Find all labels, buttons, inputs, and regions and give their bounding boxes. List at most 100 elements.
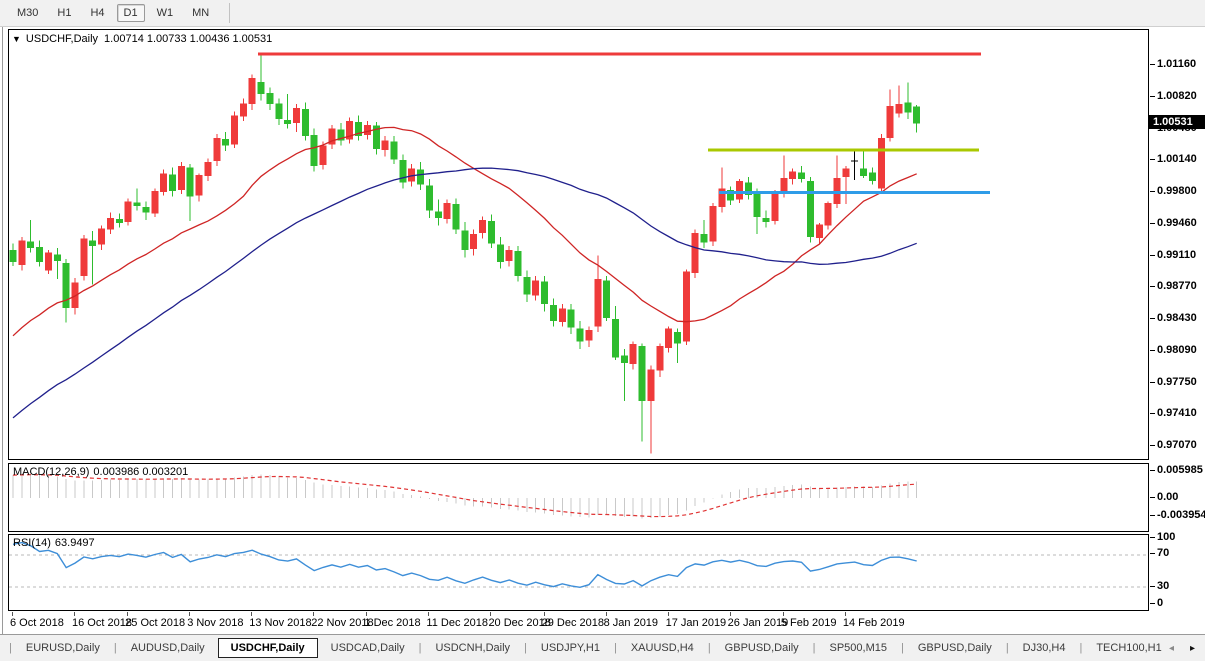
slow-ma-line — [13, 168, 917, 418]
rsi-line — [13, 543, 917, 588]
date-axis-tick — [606, 612, 607, 616]
tab-separator: | — [524, 642, 527, 654]
price-axis-label: 0.98770 — [1157, 280, 1197, 292]
date-axis-tick — [313, 612, 314, 616]
rsi-label: RSI(14)63.9497 — [13, 537, 95, 549]
macd-indicator-pane[interactable]: MACD(12,26,9)0.003986 0.003201 — [8, 463, 1149, 532]
date-axis-tick — [251, 612, 252, 616]
chart-ohlc-values: 1.00714 1.00733 1.00436 1.00531 — [104, 33, 272, 45]
date-axis-label: 29 Dec 2018 — [542, 617, 604, 629]
tab-usdjpy-h1[interactable]: USDJPY,H1 — [528, 639, 613, 657]
date-axis-tick — [428, 612, 429, 616]
timeframe-button-mn[interactable]: MN — [185, 4, 216, 22]
tab-separator: | — [813, 642, 816, 654]
tab-xauusd-h4[interactable]: XAUUSD,H4 — [618, 639, 707, 657]
date-axis-label: 1 Dec 2018 — [364, 617, 420, 629]
tab-sp500-m15[interactable]: SP500,M15 — [817, 639, 900, 657]
price-axis-label: 0.97410 — [1157, 407, 1197, 419]
date-axis-tick — [12, 612, 13, 616]
tab-scroll-left-icon[interactable]: ◂ — [1169, 643, 1174, 654]
date-axis-label: 26 Jan 2019 — [728, 617, 789, 629]
macd-values: 0.003986 0.003201 — [93, 466, 188, 478]
tab-dj30-h4[interactable]: DJ30,H4 — [1010, 639, 1079, 657]
tab-separator: | — [9, 642, 12, 654]
price-axis-label: 0.99800 — [1157, 185, 1197, 197]
tab-separator: | — [1079, 642, 1082, 654]
macd-axis-label: -0.003954 — [1157, 509, 1205, 521]
date-axis[interactable]: 6 Oct 2018 16 Oct 201825 Oct 20183 Nov 20… — [8, 611, 1205, 634]
chart-title: ▼ USDCHF,Daily 1.00714 1.00733 1.00436 1.0… — [12, 33, 272, 45]
tab-scroll-buttons: ◂▸ — [1169, 635, 1195, 661]
tab-separator: | — [614, 642, 617, 654]
price-axis-label: 0.98090 — [1157, 344, 1197, 356]
date-axis-tick — [127, 612, 128, 616]
trading-platform-window: M30 H1 H4 D1 W1MN ▼ USDCHF,Daily 1.00714 1.007… — [0, 0, 1205, 661]
price-axis-label: 0.97070 — [1157, 439, 1197, 451]
candlestick-plot — [9, 30, 1148, 459]
date-axis-label: 13 Nov 2018 — [249, 617, 311, 629]
date-axis-label: 3 Nov 2018 — [187, 617, 243, 629]
toolbar-separator — [229, 3, 230, 23]
tab-separator: | — [708, 642, 711, 654]
tab-tech100-h1[interactable]: TECH100,H1 — [1083, 639, 1174, 657]
date-axis-tick — [668, 612, 669, 616]
tab-separator: | — [1006, 642, 1009, 654]
macd-signal-line — [13, 475, 917, 517]
date-axis-tick — [783, 612, 784, 616]
rsi-axis-label: 100 — [1157, 531, 1175, 543]
rsi-axis-label: 70 — [1157, 547, 1169, 559]
macd-label: MACD(12,26,9)0.003986 0.003201 — [13, 466, 188, 478]
timeframe-button-m30[interactable]: M30 — [10, 4, 45, 22]
timeframe-button-d1[interactable]: D1 — [117, 4, 145, 22]
date-axis-tick — [730, 612, 731, 616]
tab-audusd-daily[interactable]: AUDUSD,Daily — [118, 639, 218, 657]
macd-axis-label: 0.005985 — [1157, 464, 1203, 476]
date-axis-label: 11 Dec 2018 — [426, 617, 488, 629]
window-frame-edge — [2, 27, 3, 634]
tab-usdcnh-daily[interactable]: USDCNH,Daily — [422, 639, 523, 657]
tab-gbpusd-daily[interactable]: GBPUSD,Daily — [712, 639, 812, 657]
price-axis-label: 1.01160 — [1157, 58, 1196, 70]
price-axis-label: 0.97750 — [1157, 376, 1197, 388]
date-axis-tick — [490, 612, 491, 616]
date-axis-label: 6 Oct 2018 — [10, 617, 64, 629]
date-axis-tick — [366, 612, 367, 616]
rsi-plot — [9, 535, 1148, 610]
date-axis-tick — [74, 612, 75, 616]
rsi-axis-label: 30 — [1157, 580, 1169, 592]
tab-eurusd-daily[interactable]: EURUSD,Daily — [13, 639, 113, 657]
chart-dropdown-icon[interactable]: ▼ — [12, 34, 21, 44]
rsi-value: 63.9497 — [55, 537, 95, 549]
date-axis-tick — [544, 612, 545, 616]
tab-separator: | — [901, 642, 904, 654]
tab-separator: | — [419, 642, 422, 654]
tab-usdcad-daily[interactable]: USDCAD,Daily — [318, 639, 418, 657]
tab-gbpusd-daily[interactable]: GBPUSD,Daily — [905, 639, 1005, 657]
date-axis-tick — [189, 612, 190, 616]
date-axis-label: 17 Jan 2019 — [666, 617, 727, 629]
price-axis-label: 1.00820 — [1157, 90, 1197, 102]
tab-usdchf-daily[interactable]: USDCHF,Daily — [218, 638, 318, 658]
price-axis-label: 0.99110 — [1157, 249, 1196, 261]
current-price-badge: 1.00531 — [1148, 115, 1205, 129]
chart-symbol-label: USDCHF,Daily — [26, 33, 98, 45]
date-axis-label: 25 Oct 2018 — [125, 617, 185, 629]
date-axis-label: 16 Oct 2018 — [72, 617, 132, 629]
date-axis-label: 5 Feb 2019 — [781, 617, 837, 629]
price-axis-label: 0.98430 — [1157, 312, 1197, 324]
timeframe-button-h4[interactable]: H4 — [83, 4, 111, 22]
tab-scroll-right-icon[interactable]: ▸ — [1190, 643, 1195, 654]
macd-axis-label: 0.00 — [1157, 491, 1178, 503]
price-axis-label: 0.99460 — [1157, 217, 1197, 229]
tab-separator: | — [114, 642, 117, 654]
timeframe-toolbar: M30 H1 H4 D1 W1MN — [0, 0, 1205, 27]
date-axis-label: 14 Feb 2019 — [843, 617, 905, 629]
timeframe-button-h1[interactable]: H1 — [50, 4, 78, 22]
rsi-axis-label: 0 — [1157, 597, 1163, 609]
date-axis-label: 8 Jan 2019 — [604, 617, 658, 629]
timeframe-button-w1[interactable]: W1 — [150, 4, 181, 22]
price-axis-label: 1.00140 — [1157, 153, 1197, 165]
price-chart-pane[interactable] — [8, 29, 1149, 460]
rsi-indicator-pane[interactable]: RSI(14)63.9497 — [8, 534, 1149, 611]
chart-tab-bar: |EURUSD,Daily|AUDUSD,DailyUSDCHF,DailyUS… — [0, 634, 1205, 661]
